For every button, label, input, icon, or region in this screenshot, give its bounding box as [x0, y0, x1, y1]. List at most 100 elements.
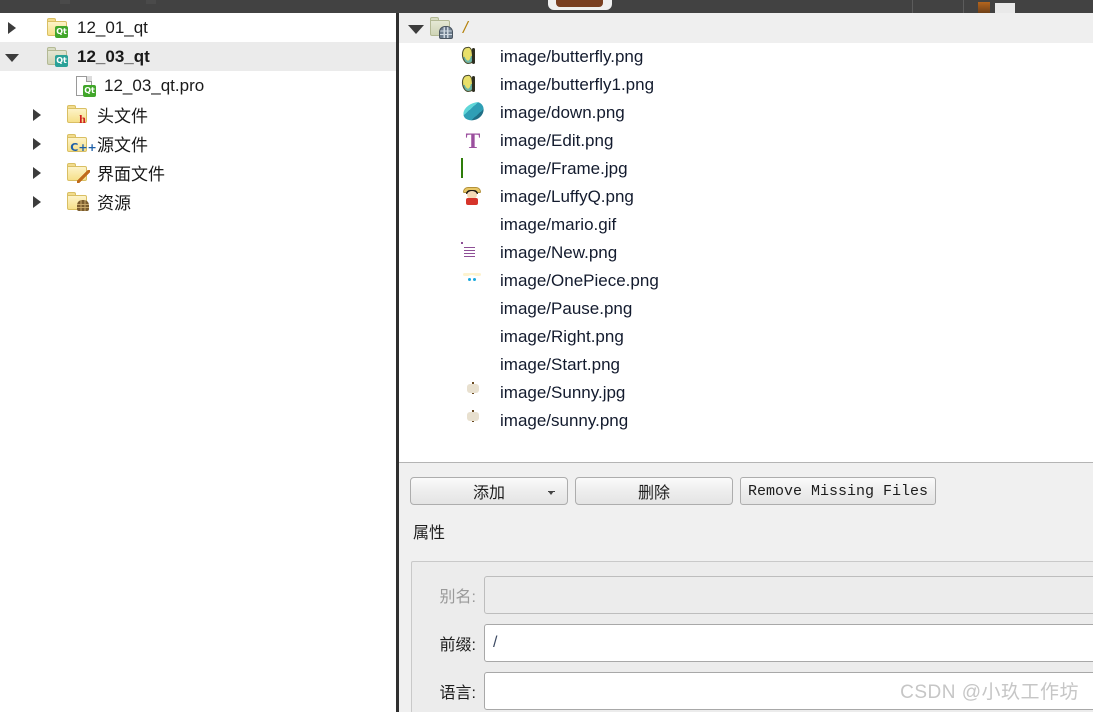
- resource-editor-panel: / image/butterfly.png image/butterfly1.p…: [399, 13, 1093, 712]
- tree-item-headers[interactable]: h 头文件: [0, 100, 396, 129]
- tree-item-label: 头文件: [97, 107, 148, 126]
- tree-item-forms[interactable]: 界面文件: [0, 158, 396, 187]
- resource-prefix-icon: [429, 17, 453, 39]
- sunny-ship-thumb-icon: [461, 382, 487, 404]
- tree-item-sources[interactable]: C++ 源文件: [0, 129, 396, 158]
- resource-bundle-icon: [76, 199, 89, 212]
- resource-file-row[interactable]: image/Start.png: [399, 351, 1093, 379]
- resource-file-path: image/butterfly1.png: [500, 75, 655, 94]
- prefix-field-row: 前缀: /: [412, 619, 1093, 667]
- folder-forms-icon: [66, 162, 90, 184]
- expand-arrow-icon[interactable]: [31, 195, 43, 208]
- resource-file-row[interactable]: image/Pause.png: [399, 295, 1093, 323]
- expand-arrow-icon[interactable]: [31, 137, 43, 150]
- resource-file-tree[interactable]: / image/butterfly.png image/butterfly1.p…: [399, 13, 1093, 462]
- prefix-label: 前缀:: [439, 637, 476, 654]
- record-button-thumb-icon: [461, 354, 487, 376]
- resource-file-row[interactable]: image/Sunny.jpg: [399, 379, 1093, 407]
- qt-creator-window: Qt 12_01_qt Qt 12_03_qt Qt 12_03_qt.pro: [0, 0, 1093, 712]
- folder-sources-icon: C++: [66, 133, 97, 154]
- resource-file-path: image/butterfly.png: [500, 47, 644, 66]
- expand-arrow-icon[interactable]: [31, 166, 43, 179]
- prefix-input[interactable]: /: [484, 624, 1093, 662]
- tree-item-label: 源文件: [97, 136, 148, 155]
- resource-file-row[interactable]: image/Right.png: [399, 323, 1093, 351]
- folder-headers-icon: h: [66, 104, 88, 125]
- collapse-arrow-icon[interactable]: [5, 51, 19, 63]
- tree-item-pro-file[interactable]: Qt 12_03_qt.pro: [0, 71, 396, 100]
- pause-button-thumb-icon: [461, 298, 487, 320]
- toolbar-separator-icon: [912, 0, 913, 13]
- language-field-row: 语言:: [412, 667, 1093, 712]
- sunny-ship-thumb-icon: [461, 410, 487, 432]
- resource-file-path: image/LuffyQ.png: [500, 187, 634, 206]
- green-frame-thumb-icon: [461, 158, 487, 180]
- folder-qt-open-icon: Qt: [46, 46, 68, 67]
- resource-prefix-row[interactable]: /: [399, 13, 1093, 43]
- resource-file-path: image/mario.gif: [500, 215, 617, 234]
- resource-file-row[interactable]: image/butterfly.png: [399, 43, 1093, 71]
- tree-item-label: 12_03_qt: [77, 46, 150, 66]
- toolbar-ghost-icon: [146, 0, 156, 4]
- resource-file-row[interactable]: image/sunny.png: [399, 407, 1093, 435]
- new-document-thumb-icon: [461, 242, 487, 264]
- resource-file-path: image/Pause.png: [500, 299, 633, 318]
- resource-file-path: image/Start.png: [500, 355, 621, 374]
- resource-file-row-clipped[interactable]: [399, 435, 1093, 444]
- chevron-down-icon[interactable]: [548, 491, 555, 495]
- folder-resources-icon: [66, 191, 89, 212]
- resource-file-row[interactable]: image/down.png: [399, 99, 1093, 127]
- remove-button-label: 删除: [637, 485, 670, 502]
- butterfly-thumb-icon: [461, 74, 487, 96]
- resource-file-row[interactable]: image/butterfly1.png: [399, 71, 1093, 99]
- resource-editor-controls: 添加 删除 Remove Missing Files 属性 别名: 前缀: / …: [399, 463, 1093, 712]
- resource-file-row[interactable]: image/OnePiece.png: [399, 267, 1093, 295]
- resource-file-row[interactable]: image/Frame.jpg: [399, 155, 1093, 183]
- folder-qt-icon: Qt: [46, 17, 68, 38]
- properties-group: 别名: 前缀: / 语言:: [411, 561, 1093, 712]
- alias-label: 别名:: [439, 589, 476, 606]
- resource-button-row: 添加 删除 Remove Missing Files: [399, 463, 1093, 505]
- resource-file-row[interactable]: T image/Edit.png: [399, 127, 1093, 155]
- resource-file-path: image/New.png: [500, 243, 618, 262]
- tree-item-12_03_qt[interactable]: Qt 12_03_qt: [0, 42, 396, 71]
- toolbar-separator-icon: [963, 0, 964, 13]
- toolbar-ghost-icon: [60, 0, 70, 4]
- collapse-arrow-icon[interactable]: [406, 21, 424, 35]
- top-toolbar-strip: [0, 0, 1093, 13]
- language-input[interactable]: [484, 672, 1093, 710]
- resource-file-row[interactable]: image/New.png: [399, 239, 1093, 267]
- butterfly-thumb-icon: [461, 46, 487, 68]
- remove-button[interactable]: 删除: [575, 477, 733, 505]
- tree-item-label: 12_01_qt: [77, 17, 148, 37]
- alias-field-row: 别名:: [412, 571, 1093, 619]
- expand-arrow-icon[interactable]: [6, 21, 18, 34]
- expand-arrow-icon[interactable]: [31, 108, 43, 121]
- tree-item-12_01_qt[interactable]: Qt 12_01_qt: [0, 13, 396, 42]
- properties-title: 属性: [413, 525, 446, 542]
- toolbar-tab-accent: [556, 0, 603, 7]
- resource-file-row[interactable]: image/mario.gif: [399, 211, 1093, 239]
- onepiece-skull-thumb-icon: [461, 270, 487, 292]
- remove-missing-files-label: Remove Missing Files: [747, 482, 929, 500]
- resource-file-path: image/down.png: [500, 103, 625, 122]
- project-tree-panel[interactable]: Qt 12_01_qt Qt 12_03_qt Qt 12_03_qt.pro: [0, 13, 396, 712]
- tree-item-label: 资源: [97, 194, 131, 213]
- teal-butterfly-thumb-icon: [461, 102, 487, 124]
- no-arrow-placeholder: [6, 80, 18, 92]
- letter-t-thumb-icon: T: [465, 130, 481, 152]
- resource-file-path: image/OnePiece.png: [500, 271, 659, 290]
- alias-input[interactable]: [484, 576, 1093, 614]
- resource-file-path: image/Edit.png: [500, 131, 614, 150]
- toolbar-panel-icon[interactable]: [995, 3, 1015, 13]
- resource-file-path: image/Frame.jpg: [500, 159, 628, 178]
- mario-thumb-icon: [461, 214, 487, 236]
- resource-file-path: image/Sunny.jpg: [500, 383, 626, 402]
- tree-item-resources[interactable]: 资源: [0, 187, 396, 216]
- resource-file-row[interactable]: image/LuffyQ.png: [399, 183, 1093, 211]
- file-pro-icon: Qt: [73, 75, 96, 97]
- add-button[interactable]: 添加: [410, 477, 568, 505]
- remove-missing-files-button[interactable]: Remove Missing Files: [740, 477, 936, 505]
- pencil-icon: [76, 170, 90, 184]
- toolbar-build-icon[interactable]: [978, 2, 990, 13]
